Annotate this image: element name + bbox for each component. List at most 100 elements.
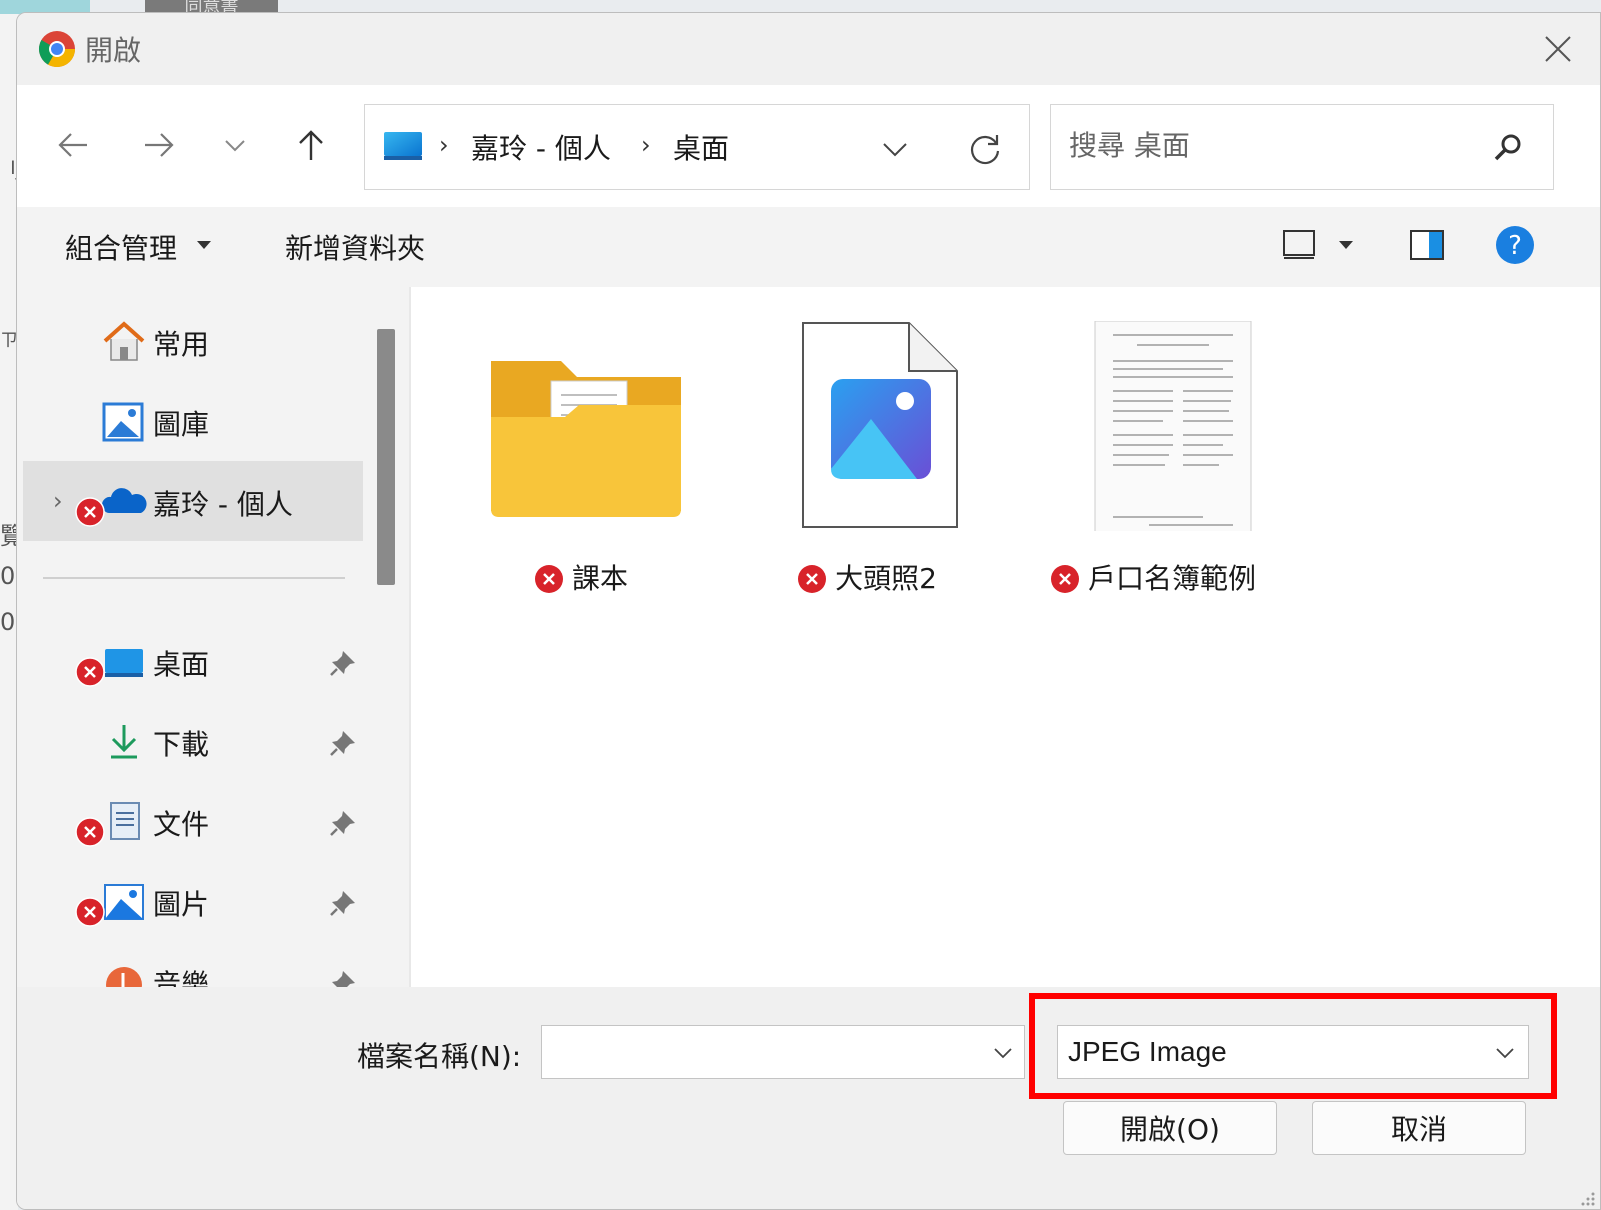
file-name-text: 課本 xyxy=(571,562,628,595)
breadcrumb-separator: › xyxy=(641,131,651,159)
help-icon: ? xyxy=(1496,226,1534,264)
open-button[interactable]: 開啟(O) xyxy=(1063,1101,1277,1155)
up-button[interactable] xyxy=(287,121,335,169)
sidebar-item-label: 嘉玲 - 個人 xyxy=(153,488,293,521)
error-icon xyxy=(534,565,563,593)
chevron-down-icon xyxy=(883,143,907,157)
chevron-down-icon xyxy=(225,140,245,152)
organize-button[interactable]: 組合管理 xyxy=(65,227,177,267)
file-name-text: 戶口名簿範例 xyxy=(1087,562,1256,595)
sidebar-item-label: 文件 xyxy=(153,808,210,841)
sidebar-item-gallery[interactable]: 圖庫 xyxy=(23,381,363,461)
view-options-button[interactable] xyxy=(1279,225,1319,265)
sidebar-item-home[interactable]: 常用 xyxy=(23,301,363,381)
desktop-icon xyxy=(105,649,143,677)
caret-down-icon xyxy=(197,241,211,249)
arrow-right-icon xyxy=(145,133,174,157)
sidebar-divider xyxy=(43,577,345,579)
search-input[interactable] xyxy=(1069,125,1469,165)
image-file-icon xyxy=(802,322,958,528)
sidebar-item-onedrive[interactable]: › 嘉玲 - 個人 xyxy=(23,461,363,541)
folder-icon xyxy=(491,361,681,517)
file-item-folder[interactable]: 課本 xyxy=(451,311,711,601)
sidebar-item-label: 常用 xyxy=(153,328,210,361)
breadcrumb-item[interactable]: 桌面 xyxy=(673,127,729,167)
gallery-icon xyxy=(102,402,144,442)
background-text: 0 xyxy=(0,608,16,636)
sidebar-scroll-thumb[interactable] xyxy=(377,329,395,585)
error-icon xyxy=(75,817,105,847)
search-icon[interactable] xyxy=(1491,131,1525,165)
sidebar-item-documents[interactable]: 文件 xyxy=(23,781,363,861)
file-name-text: 大頭照2 xyxy=(835,562,937,595)
back-button[interactable] xyxy=(49,121,97,169)
arrow-up-icon xyxy=(299,130,323,160)
pictures-icon xyxy=(104,884,144,920)
document-thumbnail-icon xyxy=(1094,321,1252,531)
error-icon xyxy=(1050,565,1079,593)
address-dropdown-button[interactable] xyxy=(873,127,917,171)
chrome-app-icon xyxy=(38,31,75,68)
error-icon xyxy=(75,897,105,927)
sidebar-item-desktop[interactable]: 桌面 xyxy=(23,621,363,701)
error-icon xyxy=(75,497,105,527)
breadcrumb-separator: › xyxy=(439,131,449,159)
forward-button[interactable] xyxy=(135,121,183,169)
navigation-pane: 常用 圖庫 › 嘉玲 - 個人 桌面 下載 文件 圖片 音樂 xyxy=(17,287,409,1003)
preview-pane-icon xyxy=(1410,230,1444,260)
close-button[interactable] xyxy=(1536,27,1580,71)
background-text: 0 xyxy=(0,562,16,590)
breadcrumb-item[interactable]: 嘉玲 - 個人 xyxy=(471,127,611,167)
svg-text:?: ? xyxy=(1508,231,1522,261)
chevron-down-icon[interactable] xyxy=(990,1040,1016,1066)
arrow-left-icon xyxy=(58,133,87,157)
desktop-icon xyxy=(384,132,422,160)
download-icon xyxy=(111,725,137,759)
refresh-icon xyxy=(970,135,1000,165)
error-icon xyxy=(798,565,827,593)
pin-icon[interactable] xyxy=(329,729,357,757)
pin-icon[interactable] xyxy=(329,889,357,917)
file-name: 戶口名簿範例 xyxy=(1023,557,1283,597)
close-icon xyxy=(1545,36,1571,62)
sidebar-item-label: 桌面 xyxy=(153,648,210,681)
new-folder-button[interactable]: 新增資料夾 xyxy=(285,227,425,267)
help-button[interactable]: ? xyxy=(1495,225,1535,265)
command-bar: 組合管理 新增資料夾 ? xyxy=(17,207,1600,287)
title-bar: 開啟 xyxy=(17,13,1600,85)
navigation-bar: › 嘉玲 - 個人 › 桌面 xyxy=(17,85,1600,207)
filename-combobox xyxy=(541,1025,1025,1079)
file-item-document[interactable]: 戶口名簿範例 xyxy=(1023,311,1283,601)
chevron-right-icon[interactable]: › xyxy=(53,487,63,515)
error-icon xyxy=(75,657,105,687)
resize-grip-icon[interactable] xyxy=(1580,1191,1596,1207)
filename-input[interactable] xyxy=(550,1034,970,1070)
sidebar-item-label: 圖片 xyxy=(153,888,210,921)
refresh-button[interactable] xyxy=(961,125,1009,173)
recent-locations-button[interactable] xyxy=(211,121,259,169)
open-file-dialog: 開啟 › 嘉玲 - 個人 › 桌面 搜尋 桌面 組合管理 新增資料夾 ? 常用 … xyxy=(16,12,1601,1210)
caret-down-icon[interactable] xyxy=(1339,241,1353,249)
file-list-area: 課本 大頭照2 戶口名簿範例 xyxy=(409,287,1600,987)
preview-pane-button[interactable] xyxy=(1407,225,1447,265)
onedrive-cloud-icon xyxy=(101,488,147,513)
file-name: 大頭照2 xyxy=(737,557,997,597)
search-box xyxy=(1050,104,1554,190)
file-item-image[interactable]: 大頭照2 xyxy=(737,311,997,601)
dialog-footer: 檔案名稱(N): JPEG Image 開啟(O) 取消 xyxy=(17,987,1600,1209)
dialog-title: 開啟 xyxy=(85,34,142,67)
sidebar-item-downloads[interactable]: 下載 xyxy=(23,701,363,781)
file-name: 課本 xyxy=(451,557,711,597)
document-icon xyxy=(110,802,140,840)
filename-label: 檔案名稱(N): xyxy=(357,1040,522,1073)
home-icon xyxy=(103,321,145,361)
highlight-box xyxy=(1029,993,1557,1099)
pin-icon[interactable] xyxy=(329,649,357,677)
pin-icon[interactable] xyxy=(329,809,357,837)
address-bar[interactable]: › 嘉玲 - 個人 › 桌面 xyxy=(364,104,1030,190)
sidebar-item-pictures[interactable]: 圖片 xyxy=(23,861,363,941)
sidebar-item-label: 圖庫 xyxy=(153,408,210,441)
cancel-button[interactable]: 取消 xyxy=(1312,1101,1526,1155)
view-pane-icon xyxy=(1283,230,1315,259)
sidebar-item-label: 下載 xyxy=(153,728,210,761)
